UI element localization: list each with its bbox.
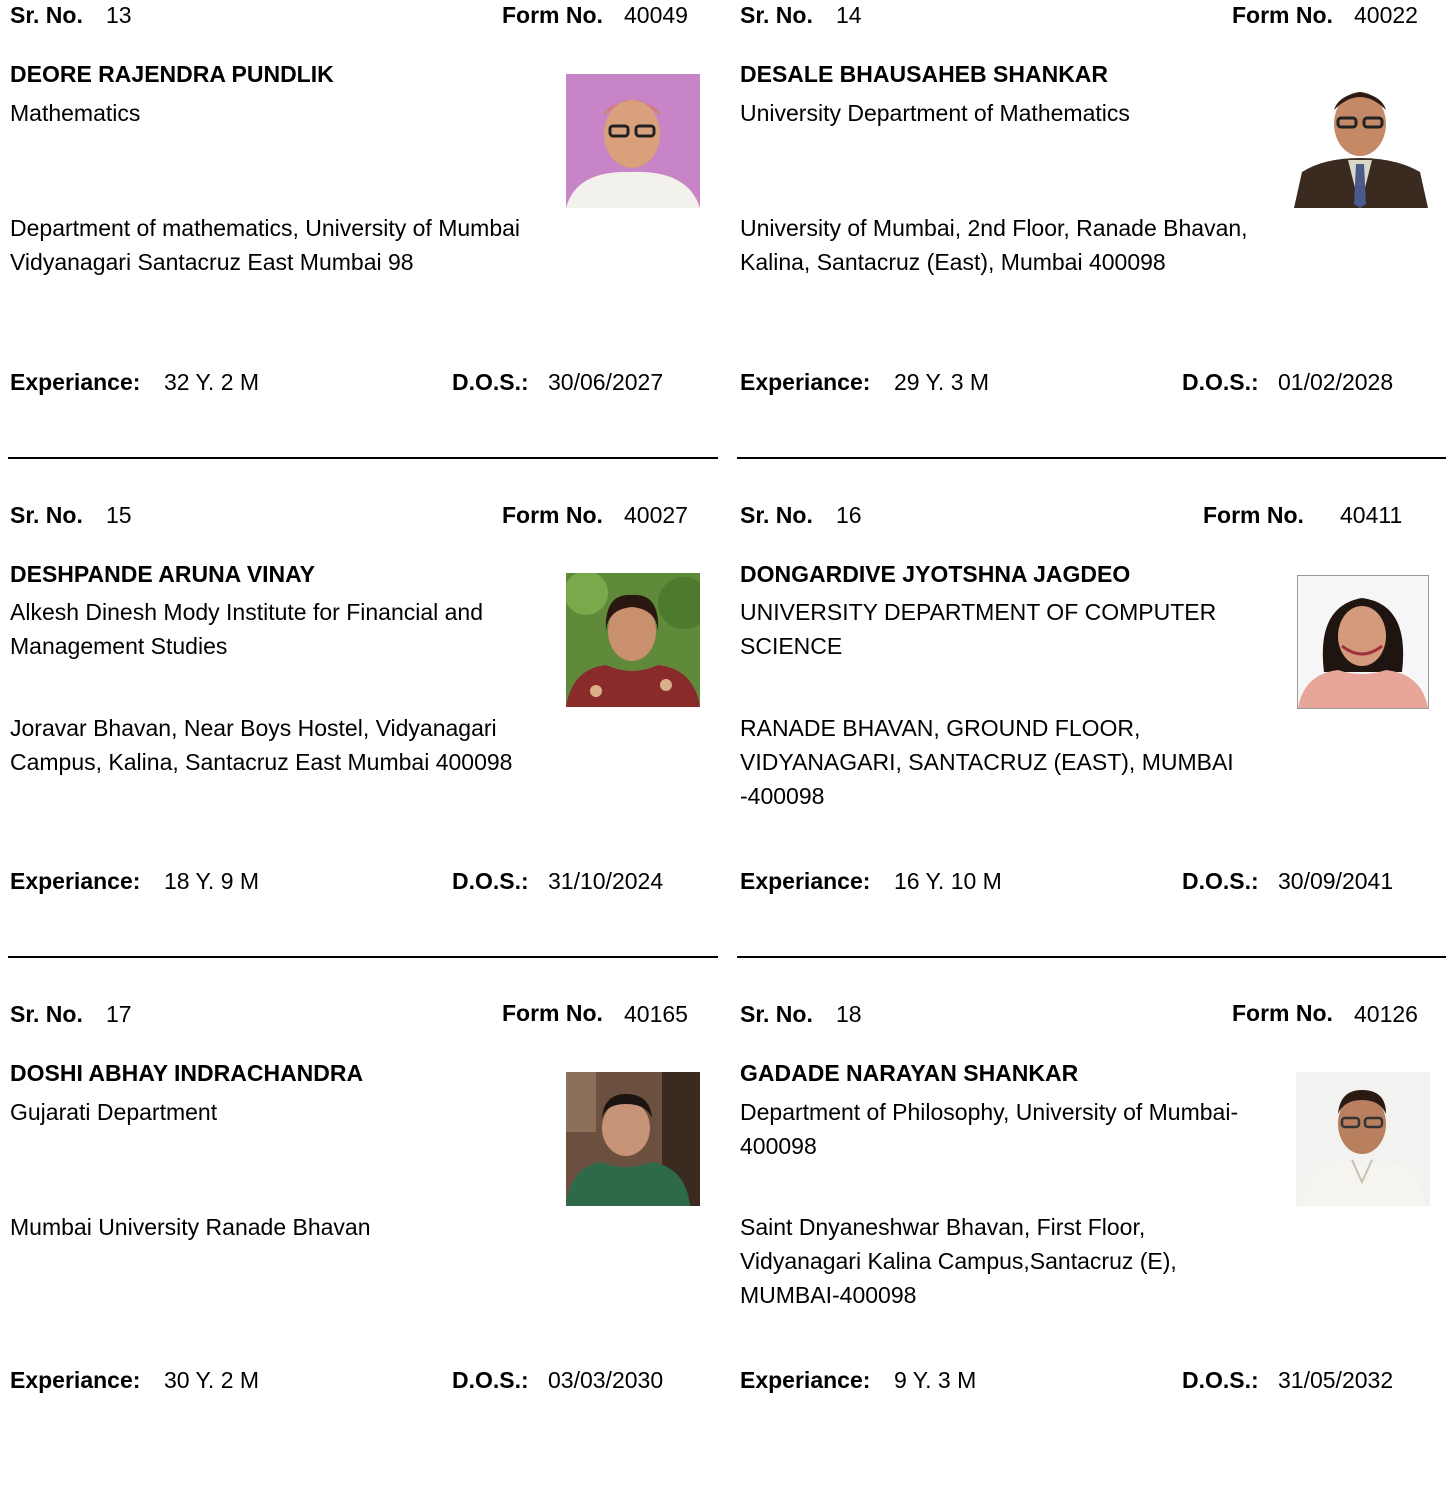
- experience-label: Experiance:: [740, 868, 871, 894]
- sr-no-label: Sr. No.: [740, 502, 813, 528]
- dos-label: D.O.S.:: [1182, 369, 1259, 395]
- person-name: GADADE NARAYAN SHANKAR: [740, 1060, 1079, 1086]
- dos-label: D.O.S.:: [452, 369, 529, 395]
- sr-no-label: Sr. No.: [10, 2, 83, 28]
- dos-value: 31/05/2032: [1278, 1367, 1394, 1393]
- sr-no-label: Sr. No.: [740, 1001, 813, 1027]
- experience-label: Experiance:: [10, 1367, 141, 1393]
- form-no-value: 40022: [1354, 2, 1418, 28]
- dos-label: D.O.S.:: [1182, 868, 1259, 894]
- form-no-value: 40411: [1340, 502, 1403, 528]
- faculty-card: Sr. No. 18 Form No. 40126 GADADE NARAYAN…: [730, 999, 1440, 1498]
- profile-photo: [1296, 1072, 1430, 1206]
- experience-label: Experiance:: [740, 369, 871, 395]
- experience-value: 32 Y. 2 M: [164, 369, 260, 395]
- sr-no-value: 15: [106, 502, 132, 528]
- address: Joravar Bhavan, Near Boys Hostel, Vidyan…: [10, 715, 513, 775]
- department: Gujarati Department: [10, 1099, 218, 1125]
- department: University Department of Mathematics: [740, 100, 1130, 126]
- faculty-card: Sr. No. 14 Form No. 40022 DESALE BHAUSAH…: [730, 0, 1440, 499]
- dos-value: 03/03/2030: [548, 1367, 664, 1393]
- person-name: DEORE RAJENDRA PUNDLIK: [10, 61, 334, 87]
- divider: [737, 956, 1446, 958]
- profile-photo: [1297, 575, 1429, 709]
- person-name: DESHPANDE ARUNA VINAY: [10, 561, 316, 587]
- dos-label: D.O.S.:: [452, 1367, 529, 1393]
- divider: [8, 457, 718, 459]
- profile-photo: [566, 74, 700, 208]
- experience-label: Experiance:: [10, 868, 141, 894]
- address: Department of mathematics, University of…: [10, 215, 521, 275]
- department: Department of Philosophy, University of …: [740, 1099, 1239, 1159]
- address: RANADE BHAVAN, GROUND FLOOR, VIDYANAGARI…: [740, 715, 1234, 809]
- experience-value: 9 Y. 3 M: [894, 1367, 977, 1393]
- department: UNIVERSITY DEPARTMENT OF COMPUTER SCIENC…: [740, 599, 1217, 659]
- form-no-label: Form No.: [1232, 2, 1333, 28]
- dos-label: D.O.S.:: [452, 868, 529, 894]
- sr-no-value: 17: [106, 1001, 132, 1027]
- dos-value: 30/06/2027: [548, 369, 664, 395]
- form-no-label: Form No.: [1232, 1000, 1333, 1026]
- form-no-value: 40049: [624, 2, 688, 28]
- form-no-value: 40165: [624, 1001, 688, 1027]
- person-name: DESALE BHAUSAHEB SHANKAR: [740, 61, 1109, 87]
- form-no-label: Form No.: [502, 1000, 603, 1026]
- divider: [8, 956, 718, 958]
- experience-label: Experiance:: [740, 1367, 871, 1393]
- sr-no-value: 13: [106, 2, 132, 28]
- dos-value: 31/10/2024: [548, 868, 664, 894]
- form-no-value: 40126: [1354, 1001, 1418, 1027]
- department: Alkesh Dinesh Mody Institute for Financi…: [10, 599, 484, 659]
- experience-value: 18 Y. 9 M: [164, 868, 260, 894]
- sr-no-value: 18: [836, 1001, 862, 1027]
- address: Mumbai University Ranade Bhavan: [10, 1214, 371, 1240]
- dos-value: 30/09/2041: [1278, 868, 1394, 894]
- faculty-card: Sr. No. 17 Form No. 40165 DOSHI ABHAY IN…: [0, 999, 710, 1498]
- sr-no-value: 14: [836, 2, 862, 28]
- address: University of Mumbai, 2nd Floor, Ranade …: [740, 215, 1248, 275]
- department: Mathematics: [10, 100, 141, 126]
- experience-value: 30 Y. 2 M: [164, 1367, 260, 1393]
- person-name: DONGARDIVE JYOTSHNA JAGDEO: [740, 561, 1131, 587]
- profile-photo: [566, 1072, 700, 1206]
- experience-label: Experiance:: [10, 369, 141, 395]
- experience-value: 16 Y. 10 M: [894, 868, 1002, 894]
- divider: [737, 457, 1446, 459]
- form-no-value: 40027: [624, 502, 688, 528]
- form-no-label: Form No.: [502, 502, 603, 528]
- profile-photo: [566, 573, 700, 707]
- sr-no-value: 16: [836, 502, 862, 528]
- experience-value: 29 Y. 3 M: [894, 369, 990, 395]
- faculty-card: Sr. No. 13 Form No. 40049 DEORE RAJENDRA…: [0, 0, 710, 499]
- sr-no-label: Sr. No.: [740, 2, 813, 28]
- faculty-card: Sr. No. 16 Form No. 40411 DONGARDIVE JYO…: [730, 500, 1440, 999]
- sr-no-label: Sr. No.: [10, 1001, 83, 1027]
- form-no-label: Form No.: [1203, 502, 1304, 528]
- dos-label: D.O.S.:: [1182, 1367, 1259, 1393]
- dos-value: 01/02/2028: [1278, 369, 1394, 395]
- faculty-card: Sr. No. 15 Form No. 40027 DESHPANDE ARUN…: [0, 500, 710, 999]
- person-name: DOSHI ABHAY INDRACHANDRA: [10, 1060, 364, 1086]
- address: Saint Dnyaneshwar Bhavan, First Floor, V…: [740, 1214, 1177, 1308]
- form-no-label: Form No.: [502, 2, 603, 28]
- sr-no-label: Sr. No.: [10, 502, 83, 528]
- profile-photo: [1294, 74, 1428, 208]
